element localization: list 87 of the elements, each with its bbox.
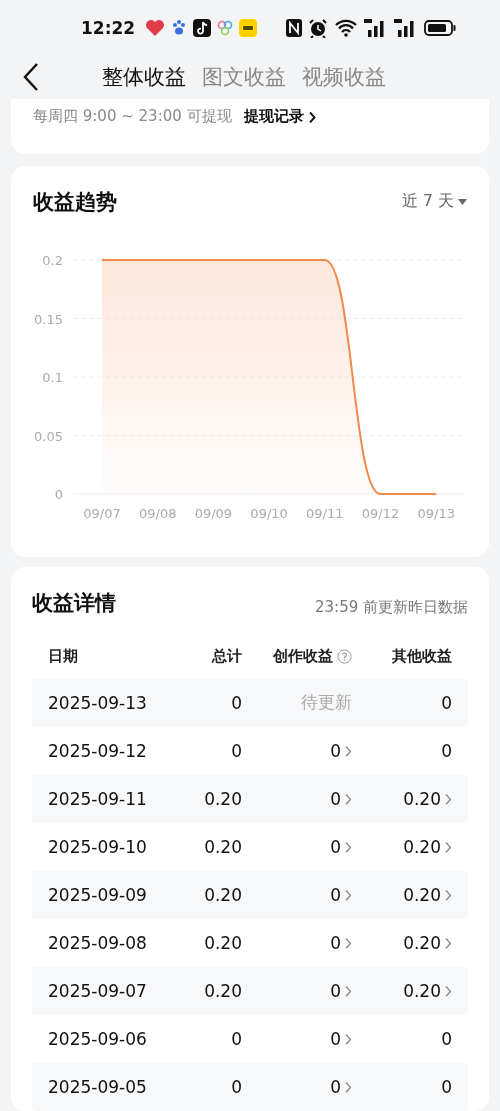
axis-label: 09/13 <box>417 505 455 521</box>
creation-cell: 0 <box>330 1029 341 1049</box>
creation-cell: 0 <box>330 981 341 1001</box>
other-cell: 0 <box>441 693 452 713</box>
axis-label: 0.2 <box>42 252 63 268</box>
total-cell: 0.20 <box>204 933 242 953</box>
chevron-right-icon <box>344 936 352 950</box>
music-note-app-icon <box>193 18 212 37</box>
total-cell: 0.20 <box>204 837 242 857</box>
creation-cell: 0 <box>330 933 341 953</box>
other-cell: 0.20 <box>403 789 441 809</box>
axis-label: 09/09 <box>194 505 233 521</box>
withdraw-note: 每周四 9:00 ~ 23:00 可提现 <box>33 107 232 127</box>
creation-cell: 0 <box>330 1077 341 1097</box>
chevron-right-icon <box>444 888 452 902</box>
chevron-right-icon <box>344 840 352 854</box>
tab[interactable]: 整体收益 <box>102 63 186 92</box>
total-cell: 0 <box>231 1029 242 1049</box>
other-cell: 0.20 <box>403 885 441 905</box>
axis-label: 09/10 <box>250 505 288 521</box>
other-cell: 0 <box>441 741 452 761</box>
chevron-right-icon <box>344 744 352 758</box>
total-cell: 0.20 <box>204 885 242 905</box>
other-cell: 0 <box>441 1029 452 1049</box>
chevron-right-icon <box>307 110 316 124</box>
other-cell: 0.20 <box>403 933 441 953</box>
paw-app-icon <box>171 18 188 37</box>
creation-cell: 0 <box>330 837 341 857</box>
card-title: 收益详情 <box>32 590 116 617</box>
axis-label: 0.05 <box>34 428 63 444</box>
pending-status: 待更新 <box>301 691 352 715</box>
date-cell: 2025-09-06 <box>48 1029 147 1049</box>
axis-label: 0.1 <box>42 369 63 385</box>
square-app-icon <box>239 18 258 37</box>
chevron-right-icon <box>444 984 452 998</box>
axis-label: 09/12 <box>361 505 400 521</box>
total-cell: 0.20 <box>204 981 242 1001</box>
chevron-right-icon <box>344 1080 352 1094</box>
chevron-right-icon <box>344 792 352 806</box>
help-icon[interactable] <box>337 649 352 665</box>
flower-app-icon <box>217 19 234 36</box>
creation-cell: 0 <box>330 741 341 761</box>
date-cell: 2025-09-13 <box>48 693 147 713</box>
withdraw-history-link[interactable]: 提现记录 <box>243 107 316 127</box>
total-cell: 0 <box>231 741 242 761</box>
total-cell: 0 <box>231 1077 242 1097</box>
wifi-icon <box>334 18 358 37</box>
caret-icon <box>458 198 467 205</box>
chevron-right-icon <box>444 936 452 950</box>
tab[interactable]: 图文收益 <box>202 63 286 92</box>
creation-cell: 0 <box>330 885 341 905</box>
other-cell: 0.20 <box>403 837 441 857</box>
creation-cell: 0 <box>330 789 341 809</box>
date-cell: 2025-09-10 <box>48 837 147 857</box>
total-cell: 0 <box>231 693 242 713</box>
date-cell: 2025-09-11 <box>48 789 147 809</box>
column-header: 日期 <box>48 647 78 667</box>
alarm-icon <box>308 17 328 38</box>
axis-label: 09/07 <box>83 505 121 521</box>
range-dropdown[interactable]: 近 7 天 <box>401 191 467 213</box>
tab[interactable]: 视频收益 <box>302 63 386 92</box>
column-header: 创作收益 <box>273 647 333 667</box>
status-time: 12:22 <box>81 17 136 38</box>
axis-label: 0 <box>54 486 63 502</box>
card-title: 收益趋势 <box>33 188 117 216</box>
date-cell: 2025-09-08 <box>48 933 147 953</box>
chevron-right-icon <box>344 1032 352 1046</box>
date-cell: 2025-09-12 <box>48 741 147 761</box>
update-note: 23:59 前更新昨日数据 <box>315 598 468 617</box>
date-cell: 2025-09-07 <box>48 981 147 1001</box>
heart-app-icon <box>145 18 166 37</box>
other-cell: 0.20 <box>403 981 441 1001</box>
axis-label: 0.15 <box>34 311 63 327</box>
total-cell: 0.20 <box>204 789 242 809</box>
nfc-icon <box>286 18 302 37</box>
other-cell: 0 <box>441 1077 452 1097</box>
chevron-right-icon <box>444 792 452 806</box>
axis-label: 09/11 <box>306 505 344 521</box>
chevron-right-icon <box>344 888 352 902</box>
axis-label: 09/08 <box>138 505 177 521</box>
date-cell: 2025-09-05 <box>48 1077 147 1097</box>
chevron-right-icon <box>444 840 452 854</box>
date-cell: 2025-09-09 <box>48 885 147 905</box>
column-header: 其他收益 <box>392 647 452 667</box>
column-header: 总计 <box>212 647 242 667</box>
chevron-right-icon <box>344 984 352 998</box>
battery-icon <box>424 19 456 36</box>
